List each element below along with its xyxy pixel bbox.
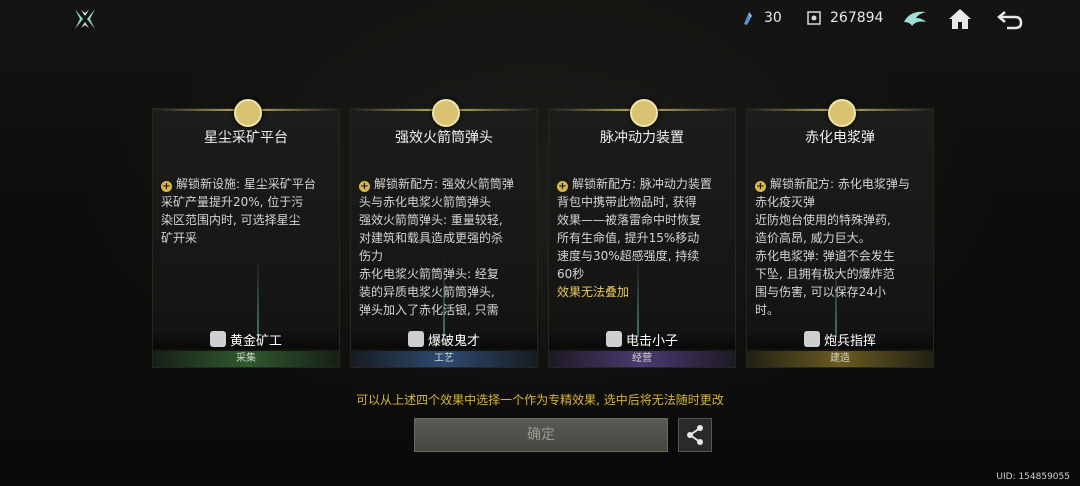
mining-emblem-icon	[234, 99, 262, 127]
card-skill-label: 黄金矿工	[229, 333, 282, 349]
card-skill-label: 爆破鬼才	[427, 333, 480, 349]
desc-line: 矿开采	[161, 231, 198, 245]
card-skill: 黄金矿工	[153, 329, 339, 349]
desc-line: 弹头加入了赤化活银, 只需	[359, 303, 499, 317]
guild-emblem-icon[interactable]	[900, 4, 930, 34]
desc-line: 下坠, 且拥有极大的爆炸范	[755, 267, 895, 281]
card-category: 建造	[747, 351, 933, 367]
card-skill: 炮兵指挥	[747, 329, 933, 349]
perk-card-plasma[interactable]: 赤化电浆弹 + 解锁新配方: 赤化电浆弹与 赤化疫灭弹 近防炮台使用的特殊弹药, …	[746, 99, 934, 368]
plus-bullet-icon: +	[557, 181, 568, 192]
perk-card-pulse[interactable]: 脉冲动力装置 + 解锁新配方: 脉冲动力装置 背包中携带此物品时, 获得 效果——…	[548, 99, 736, 368]
card-category: 经营	[549, 351, 735, 367]
card-glow-line	[637, 257, 639, 337]
desc-line: 效果——被落雷命中时恢复	[557, 213, 702, 227]
desc-line: 赤化电浆弹: 弹道不会发生	[755, 249, 895, 263]
card-glow-line	[443, 257, 445, 337]
desc-line: 解锁新配方: 强效火箭筒弹	[374, 177, 514, 191]
user-id: UID: 154859055	[996, 472, 1070, 482]
desc-line: 解锁新配方: 赤化电浆弹与	[770, 177, 910, 191]
card-title: 星尘采矿平台	[204, 130, 288, 146]
desc-line: 采矿产量提升20%, 位于污	[161, 195, 304, 209]
confirm-button[interactable]: 确定	[414, 418, 668, 452]
back-icon[interactable]	[995, 4, 1025, 34]
game-logo-icon	[75, 9, 95, 29]
gold-miner-icon	[209, 331, 226, 347]
card-skill-label: 炮兵指挥	[823, 333, 876, 349]
card-skill: 电击小子	[549, 329, 735, 349]
demolition-icon	[407, 331, 424, 347]
card-title: 强效火箭筒弹头	[395, 130, 493, 146]
top-bar: 30 267894	[0, 0, 1080, 40]
card-skill-label: 电击小子	[625, 333, 678, 349]
desc-line: 强效火箭筒弹头: 重量较轻,	[359, 213, 503, 227]
desc-line: 对建筑和载具造成更强的杀	[359, 231, 504, 245]
card-glow-line	[835, 257, 837, 337]
perk-card-rocket[interactable]: 强效火箭筒弹头 + 解锁新配方: 强效火箭筒弹 头与赤化电浆火箭筒弹头 强效火箭筒…	[350, 99, 538, 368]
desc-line: 围与伤害, 可以保存24小	[755, 285, 886, 299]
resource-coin: 267894	[806, 10, 883, 26]
rocket-emblem-icon	[432, 99, 460, 127]
resource-coin-value: 267894	[830, 10, 884, 26]
resource-crystal-value: 30	[764, 10, 782, 26]
card-title: 脉冲动力装置	[600, 130, 684, 146]
desc-line: 伤力	[359, 249, 384, 263]
desc-line: 60秒	[557, 267, 585, 281]
desc-line: 装的异质电浆火箭筒弹头,	[359, 285, 495, 299]
plus-bullet-icon: +	[359, 181, 370, 192]
desc-line: 赤化疫灭弹	[755, 195, 816, 209]
card-glow-line	[257, 257, 259, 337]
desc-line: 时。	[755, 303, 780, 317]
desc-line: 速度与30%超感强度, 持续	[557, 249, 700, 263]
desc-line: 赤化电浆火箭筒弹头: 经复	[359, 267, 499, 281]
desc-line: 解锁新设施: 星尘采矿平台	[176, 177, 316, 191]
card-skill: 爆破鬼才	[351, 329, 537, 349]
share-icon	[687, 425, 703, 445]
desc-line: 染区范围内时, 可选择星尘	[161, 213, 301, 227]
share-button[interactable]	[678, 418, 712, 452]
crystal-icon	[744, 12, 752, 25]
desc-line: 背包中携带此物品时, 获得	[557, 195, 697, 209]
card-title: 赤化电浆弹	[805, 130, 875, 146]
desc-line: 造价高昂, 威力巨大。	[755, 231, 871, 245]
desc-line: 解锁新配方: 脉冲动力装置	[572, 177, 712, 191]
home-icon[interactable]	[945, 4, 975, 34]
plus-bullet-icon: +	[161, 181, 172, 192]
card-category: 工艺	[351, 351, 537, 367]
desc-line: 所有生命值, 提升15%移动	[557, 231, 700, 245]
card-category: 采集	[153, 351, 339, 367]
plasma-emblem-icon	[828, 99, 856, 127]
selection-notice: 可以从上述四个效果中选择一个作为专精效果, 选中后将无法随时更改	[356, 393, 724, 407]
pulse-emblem-icon	[630, 99, 658, 127]
shock-kid-icon	[605, 331, 622, 347]
resource-crystal: 30	[740, 10, 782, 26]
desc-highlight: 效果无法叠加	[557, 285, 630, 299]
perk-card-mining[interactable]: 星尘采矿平台 + 解锁新设施: 星尘采矿平台 采矿产量提升20%, 位于污 染区范…	[152, 99, 340, 368]
artillery-icon	[803, 331, 820, 347]
plus-bullet-icon: +	[755, 181, 766, 192]
desc-line: 近防炮台使用的特殊弹药,	[755, 213, 891, 227]
coin-icon	[807, 11, 821, 25]
desc-line: 头与赤化电浆火箭筒弹头	[359, 195, 492, 209]
